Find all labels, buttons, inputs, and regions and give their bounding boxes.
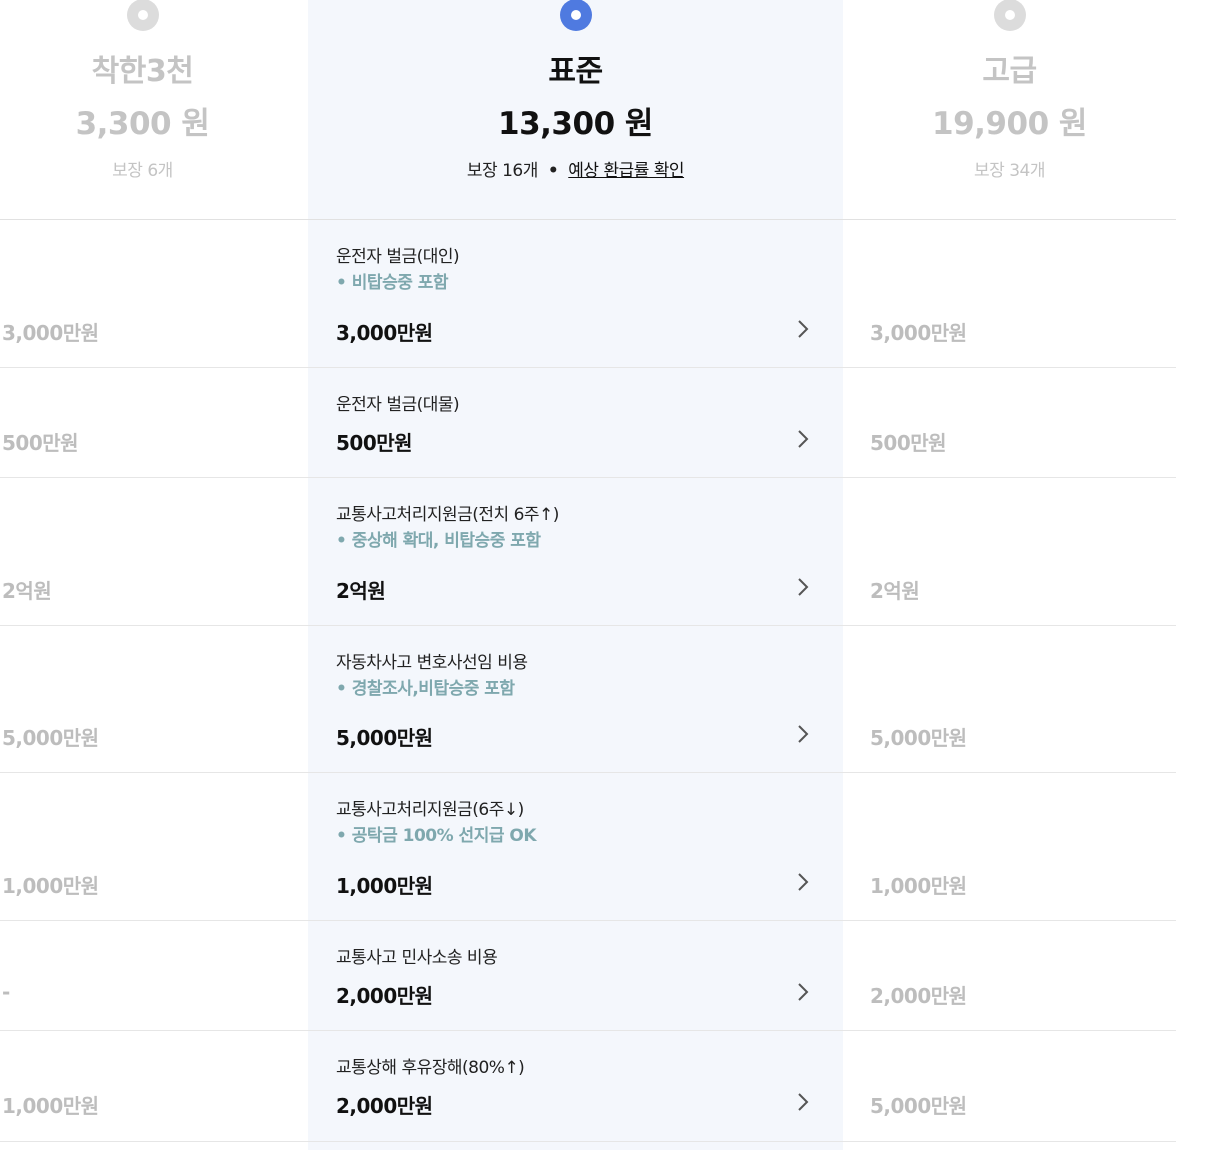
plan-standard[interactable]: 표준 13,300 원 보장 16개 • 예상 환급률 확인 <box>308 0 843 219</box>
plan-coverage-count: 보장 16개 <box>466 161 538 181</box>
plan-header: 착한3천 3,300 원 보장 6개 표준 13,300 원 보장 16개 • 예상… <box>0 0 1176 220</box>
plan-name: 고급 <box>982 54 1037 89</box>
coverage-detail-link[interactable]: 교통사고처리지원금(전치 6주↑) • 중상해 확대, 비탑승중 포함 2억원 <box>308 478 843 625</box>
coverage-detail-link[interactable]: 자동차사고 변호사선임 비용 • 경찰조사,비탑승중 포함 5,000만원 <box>308 626 843 772</box>
chevron-right-icon[interactable] <box>795 1092 811 1112</box>
radio-button-icon[interactable] <box>993 0 1026 31</box>
plan-coverage-count: 보장 6개 <box>112 161 173 181</box>
coverage-row: 1,000만원 교통상해 후유장해(80%↑) 2,000만원 5,000만원 <box>0 1031 1176 1142</box>
premium-plan-value: 5,000만원 <box>870 726 967 750</box>
basic-plan-value: 2억원 <box>2 579 52 603</box>
basic-plan-value: 500만원 <box>2 431 79 455</box>
radio-button-icon[interactable] <box>126 0 159 31</box>
basic-plan-value: - <box>2 980 10 1004</box>
coverage-row: 2억원 교통사고처리지원금(전치 6주↑) • 중상해 확대, 비탑승중 포함 … <box>0 478 1176 626</box>
plan-name: 표준 <box>548 54 603 89</box>
basic-plan-value: 5,000만원 <box>2 726 99 750</box>
basic-plan-value: 1,000만원 <box>2 1094 99 1118</box>
coverage-title: 자동차사고 변호사선임 비용 <box>336 653 528 673</box>
premium-plan-value: 3,000만원 <box>870 321 967 345</box>
coverage-detail-link[interactable]: 운전자 벌금(대물) 500만원 <box>308 368 843 477</box>
chevron-right-icon[interactable] <box>795 319 811 339</box>
radio-button-icon[interactable] <box>559 0 592 31</box>
chevron-right-icon[interactable] <box>795 982 811 1002</box>
plan-basic[interactable]: 착한3천 3,300 원 보장 6개 <box>0 0 285 219</box>
coverage-value: 2,000만원 <box>336 984 433 1008</box>
coverage-row: 3,000만원 운전자 벌금(대인) • 비탑승중 포함 3,000만원 3,0… <box>0 220 1176 368</box>
coverage-value: 3,000만원 <box>336 321 433 345</box>
coverage-row: 5,000만원 자동차사고 변호사선임 비용 • 경찰조사,비탑승중 포함 5,… <box>0 626 1176 773</box>
chevron-right-icon[interactable] <box>795 724 811 744</box>
coverage-note: • 비탑승중 포함 <box>336 273 449 293</box>
chevron-right-icon[interactable] <box>795 429 811 449</box>
premium-plan-value: 1,000만원 <box>870 874 967 898</box>
basic-plan-value: 1,000만원 <box>2 874 99 898</box>
coverage-detail-link[interactable]: 교통상해 후유장해(80%↑) 2,000만원 <box>308 1031 843 1141</box>
coverage-title: 교통사고처리지원금(6주↓) <box>336 800 524 820</box>
coverage-title: 교통사고처리지원금(전치 6주↑) <box>336 505 559 525</box>
coverage-detail-link[interactable]: 운전자 벌금(대인) • 비탑승중 포함 3,000만원 <box>308 220 843 367</box>
plan-coverage-info: 보장 16개 • 예상 환급률 확인 <box>308 156 843 181</box>
coverage-title: 운전자 벌금(대물) <box>336 395 460 415</box>
refund-rate-link[interactable]: 예상 환급률 확인 <box>568 161 684 181</box>
coverage-row: 1,000만원 교통사고처리지원금(6주↓) • 공탁금 100% 선지급 OK… <box>0 773 1176 921</box>
premium-plan-value: 500만원 <box>870 431 947 455</box>
chevron-right-icon[interactable] <box>795 577 811 597</box>
premium-plan-value: 2,000만원 <box>870 984 967 1008</box>
plan-price: 13,300 원 <box>498 106 653 142</box>
premium-plan-value: 5,000만원 <box>870 1094 967 1118</box>
coverage-row: - 교통사고 민사소송 비용 2,000만원 2,000만원 <box>0 921 1176 1031</box>
coverage-value: 2,000만원 <box>336 1094 433 1118</box>
plan-price: 3,300 원 <box>75 106 210 142</box>
coverage-table: 3,000만원 운전자 벌금(대인) • 비탑승중 포함 3,000만원 3,0… <box>0 220 1176 1142</box>
chevron-right-icon[interactable] <box>795 872 811 892</box>
coverage-title: 교통상해 후유장해(80%↑) <box>336 1058 525 1078</box>
coverage-value: 1,000만원 <box>336 874 433 898</box>
coverage-row: 500만원 운전자 벌금(대물) 500만원 500만원 <box>0 368 1176 478</box>
coverage-detail-link[interactable]: 교통사고처리지원금(6주↓) • 공탁금 100% 선지급 OK 1,000만원 <box>308 773 843 920</box>
plan-coverage-count: 보장 34개 <box>974 161 1045 181</box>
plan-premium[interactable]: 고급 19,900 원 보장 34개 <box>843 0 1176 219</box>
basic-plan-value: 3,000만원 <box>2 321 99 345</box>
premium-plan-value: 2억원 <box>870 579 920 603</box>
coverage-note: • 중상해 확대, 비탑승중 포함 <box>336 531 541 551</box>
plan-price: 19,900 원 <box>932 106 1087 142</box>
coverage-note: • 공탁금 100% 선지급 OK <box>336 826 537 846</box>
coverage-detail-link[interactable]: 교통사고 민사소송 비용 2,000만원 <box>308 921 843 1030</box>
coverage-value: 500만원 <box>336 431 413 455</box>
coverage-title: 운전자 벌금(대인) <box>336 247 460 267</box>
coverage-title: 교통사고 민사소송 비용 <box>336 948 498 968</box>
coverage-value: 5,000만원 <box>336 726 433 750</box>
separator-dot: • <box>547 161 559 181</box>
plan-name: 착한3천 <box>91 54 194 89</box>
coverage-value: 2억원 <box>336 579 386 603</box>
coverage-note: • 경찰조사,비탑승중 포함 <box>336 679 515 699</box>
